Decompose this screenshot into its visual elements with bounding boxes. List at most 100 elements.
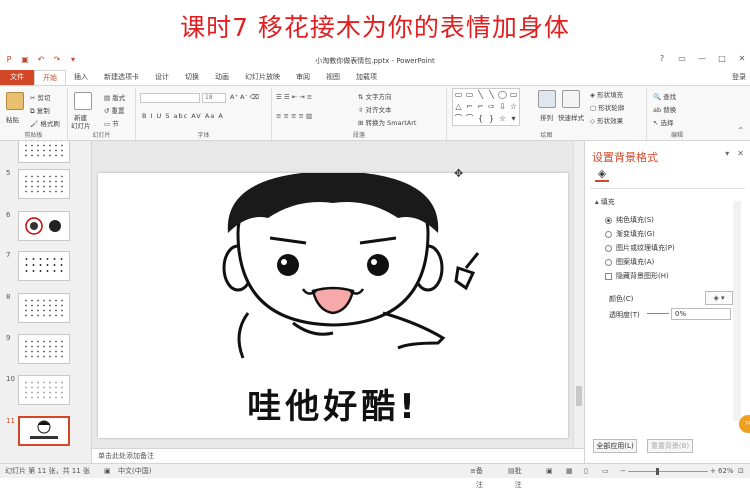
- shape-item[interactable]: ☆: [508, 101, 519, 113]
- normal-view-icon[interactable]: ▣: [546, 464, 553, 478]
- cut-button[interactable]: ✂ 剪切: [30, 92, 51, 102]
- quick-styles-button[interactable]: 快速样式: [558, 112, 584, 122]
- smartart-button[interactable]: ⊞ 转换为 SmartArt: [358, 117, 416, 127]
- tab-new-tab[interactable]: 新建选项卡: [96, 70, 147, 85]
- shapes-gallery[interactable]: ▭ ▭ ╲ ╲ ◯ ▭ △ ⌐ ⌐ ⇨ ⇩ ☆ ⌒ ⌒{} ☆ ▾: [452, 88, 520, 126]
- align-buttons[interactable]: ≡ ≡ ≡ ≡ ▥: [276, 112, 312, 120]
- shape-item[interactable]: ⇩: [497, 101, 508, 113]
- arrange-icon[interactable]: [538, 90, 556, 108]
- language-status[interactable]: 中文(中国): [118, 464, 151, 478]
- color-picker-button[interactable]: ◈ ▾: [705, 291, 733, 305]
- slide-thumbnail[interactable]: [18, 334, 70, 364]
- slide-thumbnail[interactable]: [18, 141, 70, 163]
- find-button[interactable]: 🔍 查找: [653, 91, 676, 101]
- transparency-value-field[interactable]: 0%: [671, 308, 731, 320]
- pane-close-icon[interactable]: ✕: [737, 149, 744, 158]
- slide-sorter-icon[interactable]: ▦: [566, 464, 573, 478]
- slide-thumbnail[interactable]: [18, 251, 70, 281]
- scrollbar-thumb[interactable]: [576, 386, 582, 406]
- text-direction-button[interactable]: ⇅ 文字方向: [358, 91, 392, 101]
- quick-styles-icon[interactable]: [562, 90, 580, 108]
- format-painter-button[interactable]: 🖌 格式刷: [30, 118, 60, 128]
- radio-gradient-fill[interactable]: 渐变填充(G): [605, 229, 655, 239]
- transparency-slider[interactable]: [647, 313, 669, 314]
- font-name-field[interactable]: [140, 93, 200, 103]
- tab-slideshow[interactable]: 幻灯片放映: [237, 70, 288, 85]
- collapse-ribbon-icon[interactable]: ^: [738, 126, 743, 134]
- ribbon-display-icon[interactable]: ▭: [676, 54, 688, 63]
- shape-item[interactable]: {: [475, 113, 486, 125]
- zoom-level[interactable]: 62%: [718, 464, 734, 478]
- shape-item[interactable]: ╲: [486, 89, 497, 101]
- layout-button[interactable]: ▤ 版式: [104, 92, 125, 102]
- shape-item[interactable]: ▾: [508, 113, 519, 125]
- zoom-out-icon[interactable]: −: [620, 464, 626, 478]
- shape-item[interactable]: ▭: [453, 89, 464, 101]
- notes-toggle[interactable]: ≡ 备注: [470, 464, 483, 489]
- list-buttons[interactable]: ☰ ☰ ⇤ ⇥ ≡: [276, 93, 312, 101]
- select-button[interactable]: ↖ 选择: [653, 117, 674, 127]
- tab-transitions[interactable]: 切换: [177, 70, 207, 85]
- tab-review[interactable]: 审阅: [288, 70, 318, 85]
- canvas-vertical-scrollbar[interactable]: [573, 141, 584, 448]
- shape-outline-button[interactable]: ▢ 形状轮廓: [590, 102, 624, 112]
- minimize-icon[interactable]: —: [696, 54, 708, 63]
- spellcheck-icon[interactable]: ▣: [104, 464, 111, 478]
- login-link[interactable]: 登录: [732, 70, 746, 85]
- tab-animations[interactable]: 动画: [207, 70, 237, 85]
- shape-item[interactable]: ⌒: [464, 113, 475, 125]
- shape-item[interactable]: ╲: [475, 89, 486, 101]
- paste-icon[interactable]: [6, 92, 24, 110]
- paste-button[interactable]: 粘贴: [6, 114, 19, 124]
- fit-slide-icon[interactable]: ⊡: [738, 464, 744, 478]
- comments-toggle[interactable]: ▤ 批注: [508, 464, 522, 489]
- section-button[interactable]: ▭ 节: [104, 118, 119, 128]
- tab-addins[interactable]: 加载项: [348, 70, 385, 85]
- help-icon[interactable]: ?: [656, 54, 668, 63]
- tab-insert[interactable]: 插入: [66, 70, 96, 85]
- new-slide-icon[interactable]: [74, 92, 92, 110]
- close-icon[interactable]: ✕: [736, 54, 748, 63]
- slide-thumbnail-selected[interactable]: [18, 416, 70, 446]
- current-slide[interactable]: 哇他好酷!: [98, 171, 568, 438]
- reset-background-button[interactable]: 重置背景(B): [647, 439, 693, 453]
- shape-item[interactable]: ▭: [508, 89, 519, 101]
- reset-button[interactable]: ↺ 重置: [104, 105, 125, 115]
- radio-pattern-fill[interactable]: 图案填充(A): [605, 257, 654, 267]
- slide-thumbnail[interactable]: [18, 211, 70, 241]
- shape-fill-button[interactable]: ◈ 形状填充: [590, 89, 623, 99]
- radio-picture-fill[interactable]: 图片或纹理填充(P): [605, 243, 675, 253]
- apply-to-all-button[interactable]: 全部应用(L): [593, 439, 637, 453]
- font-style-buttons[interactable]: B I U S abc AV Aa A: [142, 112, 224, 120]
- zoom-in-icon[interactable]: +: [710, 464, 716, 478]
- reading-view-icon[interactable]: ▯: [584, 464, 588, 478]
- slide-thumbnail[interactable]: [18, 169, 70, 199]
- floating-badge-icon[interactable]: 74: [739, 415, 750, 433]
- hide-background-checkbox[interactable]: 隐藏背景图形(H): [605, 271, 669, 281]
- shape-item[interactable]: ☆: [497, 113, 508, 125]
- align-text-button[interactable]: ⇳ 对齐文本: [358, 104, 392, 114]
- shape-item[interactable]: ◯: [497, 89, 508, 101]
- fill-section-header[interactable]: ▴ 填充: [595, 197, 615, 207]
- new-slide-button-line2[interactable]: 幻灯片: [71, 120, 91, 130]
- slide-thumbnail[interactable]: [18, 293, 70, 323]
- shape-item[interactable]: ⌐: [475, 101, 486, 113]
- shape-item[interactable]: ⌐: [464, 101, 475, 113]
- replace-button[interactable]: ab 替换: [653, 104, 676, 114]
- fill-bucket-icon[interactable]: ◈: [595, 168, 609, 182]
- zoom-slider-knob[interactable]: [656, 468, 659, 475]
- zoom-slider[interactable]: [628, 471, 708, 472]
- tab-design[interactable]: 设计: [147, 70, 177, 85]
- slideshow-view-icon[interactable]: ▭: [602, 464, 609, 478]
- pane-options-icon[interactable]: ▾: [725, 149, 729, 158]
- notes-pane[interactable]: 单击此处添加备注: [92, 448, 584, 463]
- radio-solid-fill[interactable]: 纯色填充(S): [605, 215, 654, 225]
- shape-effects-button[interactable]: ◇ 形状效果: [590, 115, 623, 125]
- shape-item[interactable]: ⇨: [486, 101, 497, 113]
- tab-file[interactable]: 文件: [0, 70, 34, 85]
- tab-home[interactable]: 开始: [34, 70, 66, 85]
- font-size-buttons[interactable]: A⁺ A⁻ ⌫: [230, 93, 259, 101]
- shape-item[interactable]: ⌒: [453, 113, 464, 125]
- shape-item[interactable]: ▭: [464, 89, 475, 101]
- shape-item[interactable]: }: [486, 113, 497, 125]
